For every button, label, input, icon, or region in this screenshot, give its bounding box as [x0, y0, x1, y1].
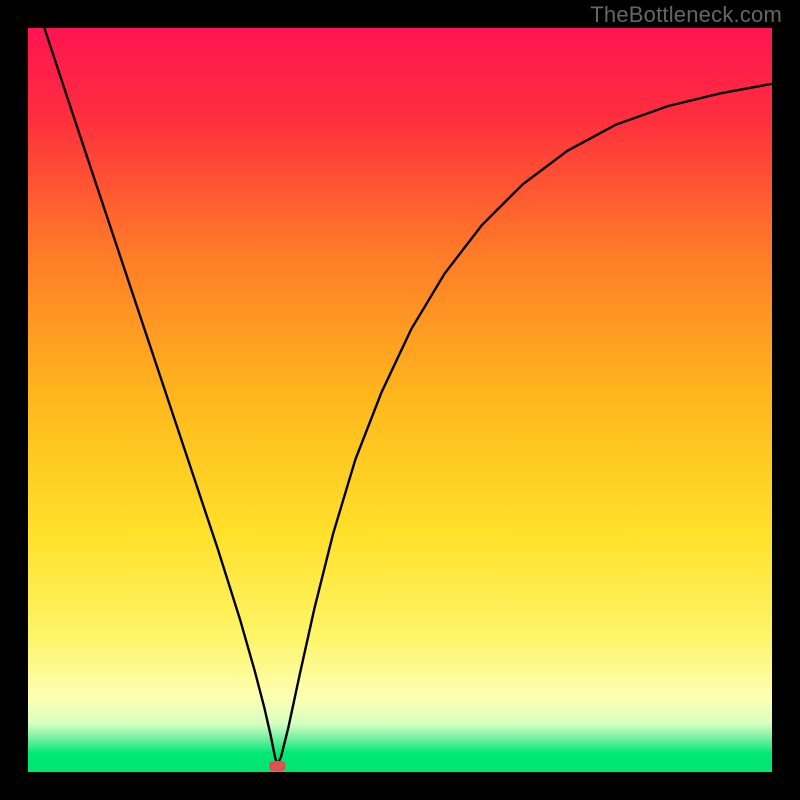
plot-area — [28, 28, 772, 772]
optimum-marker — [269, 761, 285, 771]
chart-frame: TheBottleneck.com — [0, 0, 800, 800]
bottleneck-chart — [28, 28, 772, 772]
gradient-background — [28, 28, 772, 772]
site-watermark: TheBottleneck.com — [590, 2, 782, 28]
